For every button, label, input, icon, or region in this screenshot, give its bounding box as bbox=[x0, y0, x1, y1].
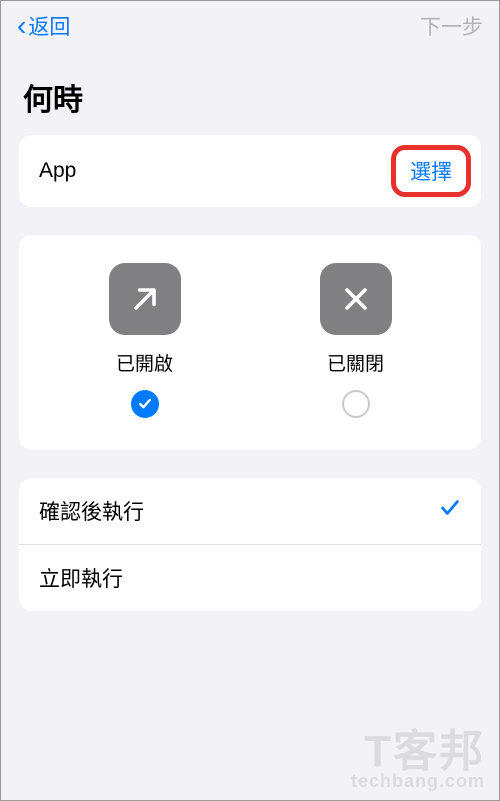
select-button[interactable]: 選擇 bbox=[410, 161, 452, 184]
run-mode-card: 確認後執行 立即執行 bbox=[19, 478, 481, 611]
highlight-annotation: 選擇 bbox=[391, 145, 471, 197]
close-x-icon bbox=[320, 263, 392, 335]
watermark-line2: techbang.com bbox=[351, 772, 485, 790]
nav-header: ‹ 返回 下一步 bbox=[1, 1, 499, 51]
back-button[interactable]: ‹ 返回 bbox=[17, 11, 70, 41]
chevron-left-icon: ‹ bbox=[17, 12, 26, 40]
page-title: 何時 bbox=[1, 51, 499, 135]
option-opened[interactable]: 已開啟 bbox=[109, 263, 181, 418]
radio-unchecked-icon bbox=[342, 390, 370, 418]
next-button[interactable]: 下一步 bbox=[420, 11, 483, 41]
back-label: 返回 bbox=[28, 11, 70, 41]
watermark-line1: T客邦 bbox=[351, 730, 485, 774]
app-label: App bbox=[39, 159, 76, 183]
arrow-up-right-icon bbox=[109, 263, 181, 335]
open-close-card: 已開啟 已關閉 bbox=[19, 235, 481, 450]
option-closed-label: 已關閉 bbox=[327, 349, 384, 376]
run-after-confirm-row[interactable]: 確認後執行 bbox=[19, 478, 481, 544]
app-row[interactable]: App 選擇 bbox=[19, 135, 481, 207]
run-after-confirm-label: 確認後執行 bbox=[39, 496, 144, 526]
run-immediately-row[interactable]: 立即執行 bbox=[19, 544, 481, 611]
checkmark-icon bbox=[439, 497, 461, 525]
run-immediately-label: 立即執行 bbox=[39, 563, 123, 593]
option-opened-label: 已開啟 bbox=[116, 349, 173, 376]
next-label: 下一步 bbox=[420, 16, 483, 39]
app-selector-card: App 選擇 bbox=[19, 135, 481, 207]
radio-checked-icon bbox=[131, 390, 159, 418]
watermark: T客邦 techbang.com bbox=[351, 730, 485, 790]
option-closed[interactable]: 已關閉 bbox=[320, 263, 392, 418]
